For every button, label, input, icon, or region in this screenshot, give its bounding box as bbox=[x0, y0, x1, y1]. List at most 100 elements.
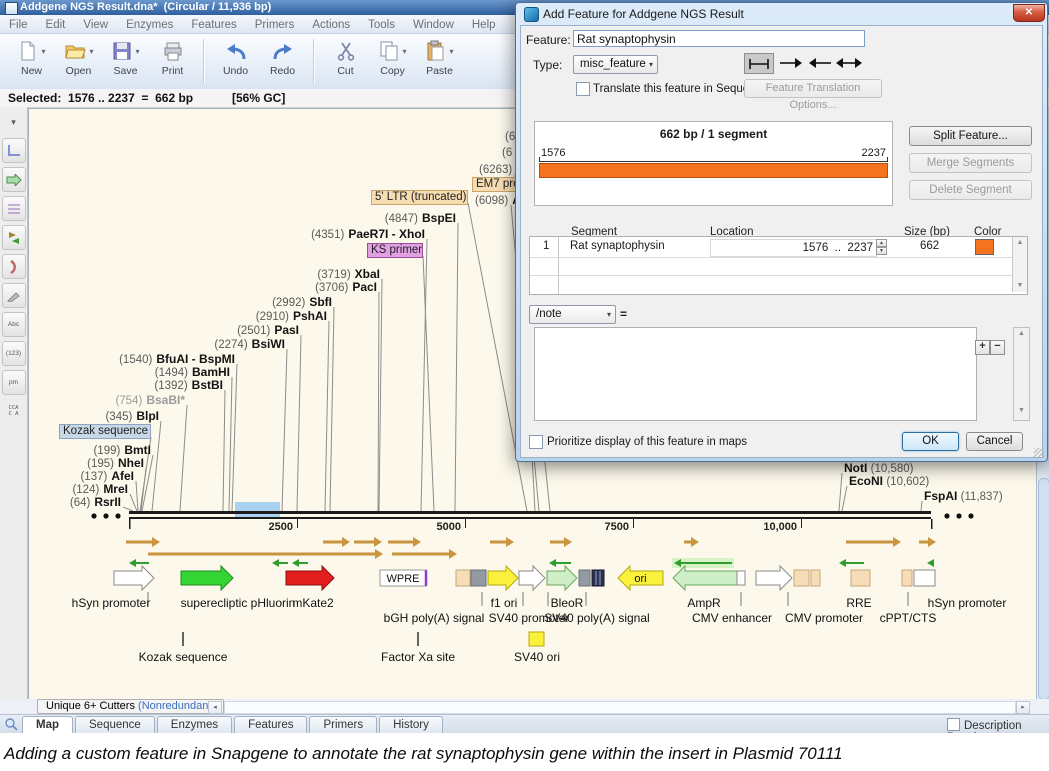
site-name[interactable]: PaeR7I - XhoI bbox=[348, 227, 425, 241]
add-qualifier-button[interactable]: + bbox=[975, 340, 990, 355]
feature-type-dropdown[interactable]: misc_feature▾ bbox=[573, 55, 658, 74]
scroll-down-icon[interactable]: ▼ bbox=[1013, 282, 1027, 289]
map-feature-label[interactable]: superecliptic pHluorin bbox=[181, 596, 296, 610]
toolbar-paste-button[interactable]: ▾Paste bbox=[416, 37, 463, 89]
feature-mkate2[interactable] bbox=[286, 566, 334, 590]
toolbar-new-button[interactable]: ▾New bbox=[8, 37, 55, 89]
feature-cmv-promoter[interactable] bbox=[811, 570, 820, 586]
translate-checkbox[interactable] bbox=[576, 82, 590, 96]
horizontal-scrollbar[interactable] bbox=[224, 701, 1016, 714]
feature-f1-ori[interactable] bbox=[488, 566, 518, 590]
site-name[interactable]: BstBI bbox=[192, 378, 223, 392]
menu-enzymes[interactable]: Enzymes bbox=[117, 17, 182, 31]
toolbar-save-button[interactable]: ▾Save bbox=[102, 37, 149, 89]
close-icon[interactable]: ✕ bbox=[1013, 4, 1045, 22]
feature-ampr[interactable] bbox=[673, 566, 737, 590]
menu-actions[interactable]: Actions bbox=[303, 17, 359, 31]
scroll-down-icon[interactable]: ▼ bbox=[1014, 407, 1029, 414]
site-name[interactable]: EcoNI bbox=[849, 474, 886, 488]
map-feature-label[interactable]: hSyn promoter bbox=[72, 596, 151, 610]
map-feature-label[interactable]: SV40 poly(A) signal bbox=[544, 611, 649, 625]
menu-window[interactable]: Window bbox=[404, 17, 463, 31]
site-name[interactable]: BlpI bbox=[136, 409, 159, 423]
enzyme-site-label[interactable]: (3706)PacI bbox=[315, 281, 377, 295]
direction-forward-button[interactable] bbox=[778, 54, 804, 72]
feature-sv40-promoter[interactable] bbox=[519, 566, 545, 590]
enzyme-site-label[interactable]: EcoNI (10,602) bbox=[849, 475, 933, 489]
feature-sv40-poly-a-signal[interactable] bbox=[592, 570, 604, 586]
labels-tool[interactable]: Abc bbox=[2, 312, 26, 337]
site-name[interactable]: AfeI bbox=[111, 469, 134, 483]
ruler-tool[interactable]: pm bbox=[2, 370, 26, 395]
menu-file[interactable]: File bbox=[0, 17, 37, 31]
map-feature-label[interactable]: AmpR bbox=[687, 596, 720, 610]
location-spinner[interactable]: ▲ ▼ bbox=[876, 239, 887, 256]
table-scrollbar[interactable]: ▲ ▼ bbox=[1012, 237, 1027, 292]
menu-view[interactable]: View bbox=[74, 17, 117, 31]
map-annotation-label[interactable]: Factor Xa site bbox=[381, 650, 455, 664]
delete-segment-button[interactable]: Delete Segment bbox=[909, 180, 1032, 200]
site-name[interactable]: BfuAI - BspMI bbox=[156, 352, 235, 366]
site-name[interactable]: XbaI bbox=[355, 267, 380, 281]
enzymes-tool[interactable] bbox=[2, 138, 26, 163]
numbering-tool[interactable]: (123) bbox=[2, 341, 26, 366]
sv40-ori-box[interactable] bbox=[529, 632, 544, 646]
map-feature-label[interactable]: mKate2 bbox=[292, 596, 333, 610]
features-tool[interactable] bbox=[2, 167, 26, 192]
scroll-up-icon[interactable]: ▲ bbox=[1014, 330, 1029, 337]
feature-cmv-promoter[interactable] bbox=[794, 570, 809, 586]
remove-qualifier-button[interactable]: − bbox=[990, 340, 1005, 355]
map-feature-label[interactable]: CMV enhancer bbox=[692, 611, 772, 625]
site-name[interactable]: NotI bbox=[844, 461, 871, 475]
enzyme-site-label[interactable]: (2274)BsiWI bbox=[214, 338, 285, 352]
segment-location-field[interactable]: 1576 .. 2237 bbox=[710, 239, 877, 257]
site-name[interactable]: BamHI bbox=[192, 365, 230, 379]
orfs-tool[interactable] bbox=[2, 225, 26, 250]
hscroll-left-arrow[interactable]: ◂ bbox=[208, 701, 222, 714]
feature-sv40-poly-a-signal[interactable] bbox=[579, 570, 590, 586]
spinner-down-icon[interactable]: ▼ bbox=[876, 247, 887, 255]
map-feature-label[interactable]: f1 ori bbox=[491, 596, 518, 610]
primers-tool[interactable] bbox=[2, 196, 26, 221]
menu-tools[interactable]: Tools bbox=[359, 17, 404, 31]
translation-options-button[interactable]: Feature Translation Options... bbox=[744, 79, 882, 98]
feature-name-input[interactable] bbox=[573, 30, 865, 47]
site-name[interactable]: BmtI bbox=[124, 443, 151, 457]
feature-bgh-poly-a-signal[interactable] bbox=[471, 570, 486, 586]
feature-bleor[interactable] bbox=[547, 566, 577, 590]
menu-help[interactable]: Help bbox=[463, 17, 505, 31]
map-feature-label[interactable]: CMV promoter bbox=[785, 611, 863, 625]
resize-grip[interactable] bbox=[1034, 448, 1044, 458]
feature-flag-label[interactable]: KS primer bbox=[367, 243, 423, 258]
segment-row-name[interactable]: Rat synaptophysin bbox=[570, 240, 665, 252]
enzyme-site-label[interactable]: (754)BsaBI* bbox=[115, 394, 185, 408]
site-name[interactable]: RsrII bbox=[94, 495, 121, 509]
site-name[interactable]: BspEI bbox=[422, 211, 456, 225]
collapse-tool[interactable]: ▾ bbox=[3, 111, 25, 134]
enzyme-site-label[interactable]: (2501)PasI bbox=[237, 324, 299, 338]
site-name[interactable]: BsaBI* bbox=[146, 393, 185, 407]
search-icon[interactable] bbox=[4, 717, 20, 732]
map-feature-label[interactable]: cPPT/CTS bbox=[880, 611, 937, 625]
feature-flag-label[interactable]: EM7 pro bbox=[472, 177, 518, 192]
feature-flag-label[interactable]: Kozak sequence bbox=[59, 424, 151, 439]
map-annotation-label[interactable]: SV40 ori bbox=[514, 650, 560, 664]
menu-primers[interactable]: Primers bbox=[246, 17, 304, 31]
codons-tool[interactable]: CCA C A bbox=[3, 399, 25, 422]
site-name[interactable]: FspAI bbox=[924, 489, 961, 503]
enzyme-site-label[interactable]: (4847)BspEI bbox=[385, 212, 456, 226]
menu-edit[interactable]: Edit bbox=[37, 17, 75, 31]
feature-bgh-poly-a-signal[interactable] bbox=[456, 570, 470, 586]
cancel-button[interactable]: Cancel bbox=[966, 432, 1023, 451]
enzyme-site-label[interactable]: (345)BlpI bbox=[105, 410, 159, 424]
site-name[interactable]: PacI bbox=[352, 280, 377, 294]
feature-superecliptic-phluorin[interactable] bbox=[181, 566, 233, 590]
direction-none-button[interactable] bbox=[744, 53, 774, 74]
map-feature-label[interactable]: BleoR bbox=[551, 596, 584, 610]
toolbar-print-button[interactable]: Print bbox=[149, 37, 196, 89]
site-name[interactable]: BsiWI bbox=[252, 337, 285, 351]
scroll-up-icon[interactable]: ▲ bbox=[1013, 239, 1027, 246]
enzyme-site-label[interactable]: FspAI (11,837) bbox=[924, 490, 1007, 504]
enzyme-site-label[interactable]: (1392)BstBI bbox=[154, 379, 223, 393]
enzyme-site-label[interactable]: (2992)SbfI bbox=[272, 296, 332, 310]
